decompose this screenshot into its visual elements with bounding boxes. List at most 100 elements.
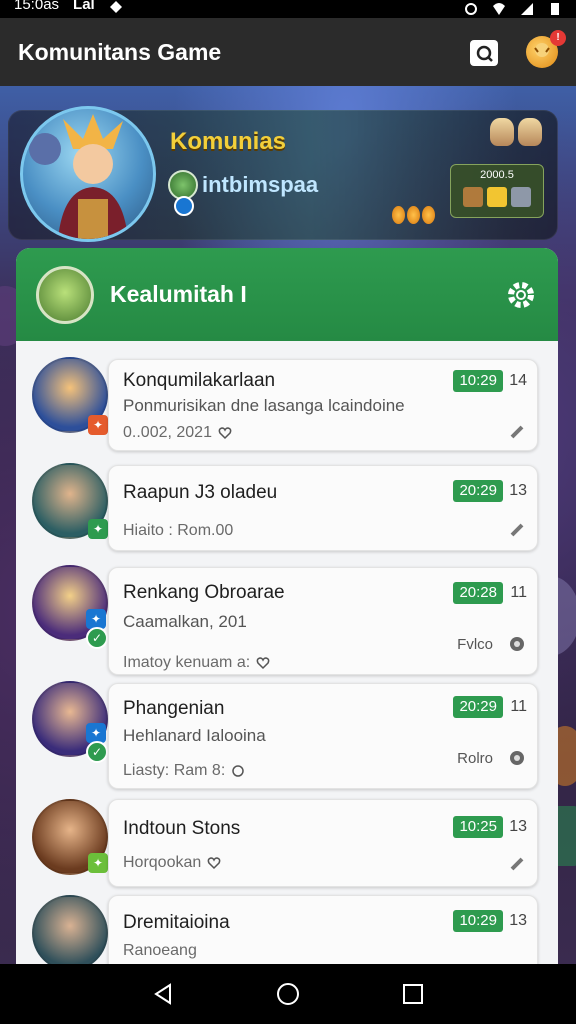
- panel-header: Kealumitah I: [16, 248, 558, 341]
- status-text: Rolro: [457, 750, 493, 767]
- pin-icon[interactable]: [509, 424, 525, 440]
- message-count: 13: [509, 482, 527, 499]
- pin-icon[interactable]: [509, 522, 525, 538]
- notification-badge: !: [550, 30, 566, 46]
- conversation-name: Renkang Obroarae: [123, 582, 285, 603]
- conversation-date: 0..002, 2021: [123, 424, 212, 441]
- wifi-icon: [493, 3, 505, 15]
- list-item[interactable]: Dremitaioina Ranoeang 10:29 13: [16, 895, 558, 964]
- conversation-card[interactable]: Dremitaioina Ranoeang 10:29 13: [108, 895, 538, 964]
- heart-icon[interactable]: [256, 656, 270, 670]
- status-carrier: Lal: [73, 0, 95, 13]
- conversation-preview: Ponmurisikan dne lasanga lcaindoine: [123, 396, 405, 415]
- trophy-icon: [518, 118, 542, 146]
- link-icon[interactable]: [231, 764, 245, 778]
- conversation-list: ✦ Konqumilakarlaan Ponmurisikan dne lasa…: [16, 341, 558, 964]
- trophy-icons: [490, 118, 542, 146]
- time-badge: 10:25: [453, 816, 503, 838]
- conversation-card[interactable]: Raapun J3 oladeu Hiaito : Rom.00 20:29 1…: [108, 465, 538, 551]
- hero-username: intbimspaa: [202, 172, 319, 197]
- conversation-last-seen: Liasty: Ram 8:: [123, 762, 226, 779]
- hero-character-illustration: [29, 114, 128, 239]
- signal-icon: [521, 3, 533, 15]
- time-badge: 10:29: [453, 370, 503, 392]
- back-icon[interactable]: [150, 981, 176, 1007]
- conversation-name: Konqumilakarlaan: [123, 370, 276, 391]
- badge-icon: ✦: [88, 519, 108, 539]
- battery-icon: [551, 3, 559, 15]
- hero-character-avatar[interactable]: [20, 106, 156, 242]
- conversation-preview: Ranoeang: [123, 942, 197, 959]
- coin-icon: [392, 206, 405, 224]
- conversation-name: Raapun J3 oladeu: [123, 482, 278, 503]
- hero-title: Komunias: [170, 128, 287, 155]
- list-item[interactable]: ✦ ✓ Phangenian Hehlanard Ialooina Liasty…: [16, 679, 558, 795]
- message-count: 11: [510, 584, 527, 601]
- list-item[interactable]: ✦ ✓ Renkang Obroarae Caamalkan, 201 Imat…: [16, 561, 558, 679]
- time-badge: 20:28: [453, 582, 503, 604]
- inventory-value: 2000.5: [480, 169, 514, 181]
- badge-icon: ✦: [86, 723, 106, 743]
- gold-block-icon: [487, 187, 507, 207]
- badge-icon: ✦: [88, 853, 108, 873]
- list-item[interactable]: ✦ Raapun J3 oladeu Hiaito : Rom.00 20:29…: [16, 457, 558, 561]
- profile-avatar-button[interactable]: !: [526, 30, 566, 68]
- system-nav-bar: [0, 964, 576, 1024]
- panel-title: Kealumitah I: [110, 281, 247, 307]
- recents-icon[interactable]: [400, 981, 426, 1007]
- conversation-name: Indtoun Stons: [123, 818, 241, 839]
- message-count: 11: [510, 698, 527, 715]
- message-count: 13: [509, 912, 527, 929]
- conversation-name: Phangenian: [123, 698, 225, 719]
- verified-badge-icon: [174, 196, 194, 216]
- status-dot-icon: [510, 751, 524, 765]
- status-text: Fvlco: [457, 636, 493, 653]
- badge-icon: ✦: [88, 415, 108, 435]
- conversation-meta: Hiaito : Rom.00: [123, 522, 234, 539]
- time-badge: 20:29: [453, 696, 503, 718]
- hero-user[interactable]: intbimspaa: [168, 170, 318, 200]
- status-time: 15:0as: [14, 0, 60, 13]
- settings-gear-icon[interactable]: [504, 278, 538, 312]
- heart-icon[interactable]: [218, 426, 232, 440]
- chat-icon: [476, 45, 493, 62]
- alarm-icon: [465, 3, 477, 15]
- community-avatar[interactable]: [36, 265, 94, 324]
- status-dot-icon: [510, 637, 524, 651]
- conversation-card[interactable]: Konqumilakarlaan Ponmurisikan dne lasang…: [108, 359, 538, 451]
- chat-button[interactable]: [470, 40, 498, 66]
- inventory-box[interactable]: 2000.5: [450, 164, 544, 218]
- coins: [392, 206, 435, 224]
- conversation-card[interactable]: Renkang Obroarae Caamalkan, 201 Imatoy k…: [108, 567, 538, 675]
- badge-icon: ✦: [86, 609, 106, 629]
- conversation-meta: Liasty: Ram 8:: [123, 762, 245, 780]
- conversation-card[interactable]: Indtoun Stons Horqookan 10:25 13: [108, 799, 538, 887]
- list-item[interactable]: ✦ Indtoun Stons Horqookan 10:25 13: [16, 795, 558, 895]
- conversation-preview: Hehlanard Ialooina: [123, 726, 266, 745]
- status-bar: 15:0as Lal: [0, 0, 576, 18]
- conversation-card[interactable]: Phangenian Hehlanard Ialooina Liasty: Ra…: [108, 683, 538, 789]
- home-icon[interactable]: [275, 981, 301, 1007]
- time-badge: 20:29: [453, 480, 503, 502]
- pin-icon[interactable]: [509, 856, 525, 872]
- coin-icon: [407, 206, 420, 224]
- checkmark-icon: ✓: [86, 627, 108, 649]
- conversation-meta: 0..002, 2021: [123, 424, 232, 442]
- conversation-meta: Imatoy kenuam a:: [123, 654, 270, 672]
- crate-icon: [463, 187, 483, 207]
- coin-icon: [422, 206, 435, 224]
- app-title: Komunitans Game: [18, 38, 222, 65]
- notification-icon: [109, 1, 122, 13]
- time-badge: 10:29: [453, 910, 503, 932]
- list-item[interactable]: ✦ Konqumilakarlaan Ponmurisikan dne lasa…: [16, 349, 558, 457]
- app-bar: Komunitans Game !: [0, 18, 576, 86]
- community-panel: Kealumitah I ✦ Konqumilakarlaan Ponmuris…: [16, 248, 558, 964]
- trophy-icon: [490, 118, 514, 146]
- heart-icon[interactable]: [207, 856, 221, 870]
- checkmark-icon: ✓: [86, 741, 108, 763]
- message-count: 13: [509, 818, 527, 835]
- avatar: [32, 895, 108, 964]
- conversation-last-seen: Imatoy kenuam a:: [123, 654, 251, 671]
- conversation-meta: Horqookan: [123, 854, 221, 872]
- conversation-name: Dremitaioina: [123, 912, 230, 933]
